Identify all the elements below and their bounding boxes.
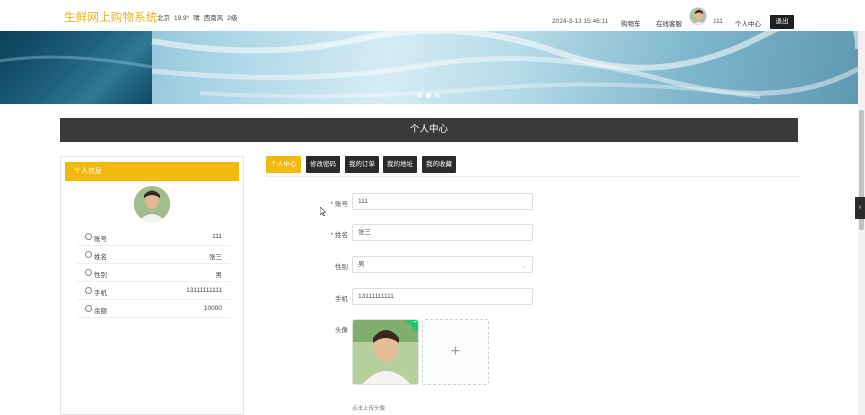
- user-info-avatar: [134, 186, 170, 222]
- info-value: 13111111111: [186, 287, 222, 294]
- carousel-dot[interactable]: [417, 93, 422, 98]
- avatar-label: 头像: [335, 327, 348, 334]
- user-icon: [85, 251, 92, 258]
- tab-divider: [266, 176, 801, 177]
- cart-link[interactable]: 购物车: [621, 18, 641, 28]
- tab-my-favorites[interactable]: 我的收藏: [422, 156, 456, 173]
- avatar-preview[interactable]: ✓: [352, 319, 419, 385]
- user-avatar[interactable]: [689, 7, 707, 25]
- info-row-balance: 余额 10000: [77, 300, 230, 318]
- name-input[interactable]: 张三: [352, 224, 533, 241]
- user-info-title: 个人信息: [65, 162, 239, 181]
- info-value: 111: [212, 233, 222, 240]
- top-username: 111: [713, 18, 723, 25]
- info-row-gender: 性别 男: [77, 264, 230, 282]
- user-icon: [85, 305, 92, 312]
- user-icon: [85, 269, 92, 276]
- name-label: * 姓名: [330, 232, 348, 239]
- weather-widget: 北京 19.9° 晴西南风 2级: [157, 12, 241, 22]
- weather-wind: 西南风: [203, 15, 224, 22]
- avatar-upload-button[interactable]: +: [422, 319, 489, 385]
- info-row-account: 账号 111: [77, 228, 230, 246]
- gender-select-value: 男: [358, 261, 365, 268]
- top-bar: 生鲜网上购物系统 北京 19.9° 晴西南风 2级 2024-3-13 15:46:1…: [0, 0, 865, 31]
- online-service-link[interactable]: 在线客服: [656, 18, 682, 28]
- site-logo[interactable]: 生鲜网上购物系统: [64, 9, 158, 25]
- info-value: 10000: [203, 305, 222, 312]
- phone-input[interactable]: 13111111111: [352, 288, 533, 305]
- carousel-dots[interactable]: [417, 93, 443, 99]
- info-label: 手机: [94, 290, 107, 297]
- account-label: * 账号: [330, 201, 348, 208]
- page-title: 个人中心: [60, 118, 798, 142]
- user-icon: [85, 233, 92, 240]
- phone-label: 手机: [335, 296, 348, 303]
- info-row-name: 姓名 张三: [77, 246, 230, 264]
- personal-center-link[interactable]: 个人中心: [735, 18, 761, 28]
- info-label: 姓名: [94, 254, 107, 261]
- info-value: 男: [215, 272, 223, 279]
- tab-personal-center[interactable]: 个人中心: [266, 156, 301, 173]
- account-input[interactable]: 111: [352, 193, 533, 210]
- mouse-cursor-icon: [320, 207, 326, 216]
- logout-button[interactable]: 退出: [770, 15, 794, 29]
- gender-select[interactable]: 男 ⌵: [352, 256, 533, 273]
- avatar-upload-hint: 点击上传头像: [352, 406, 386, 412]
- gender-label: 性别: [335, 264, 348, 271]
- info-label: 账号: [94, 236, 107, 243]
- carousel-dot-active[interactable]: [426, 93, 431, 98]
- avatar-photo-icon: [134, 186, 170, 222]
- chevron-down-icon: ⌵: [521, 264, 526, 270]
- info-label: 余额: [94, 308, 107, 315]
- info-value: 张三: [209, 254, 222, 261]
- weather-city: 北京: [157, 15, 170, 22]
- tab-my-orders[interactable]: 我的订单: [345, 156, 379, 173]
- info-row-phone: 手机 13111111111: [77, 282, 230, 300]
- tab-my-address[interactable]: 我的地址: [383, 156, 417, 173]
- avatar-photo-icon: [690, 8, 706, 24]
- tab-change-password[interactable]: 修改密码: [306, 156, 340, 173]
- current-datetime: 2024-3-13 15:46:11: [552, 18, 609, 25]
- avatar-photo-icon: [353, 320, 418, 384]
- user-icon: [85, 287, 92, 294]
- info-label: 性别: [94, 272, 107, 279]
- weather-condition: 晴: [193, 15, 200, 22]
- weather-temp: 19.9°: [174, 15, 190, 22]
- side-collapse-icon[interactable]: ‹: [855, 197, 865, 219]
- weather-level: 2级: [227, 15, 238, 22]
- carousel-dot[interactable]: [435, 93, 440, 98]
